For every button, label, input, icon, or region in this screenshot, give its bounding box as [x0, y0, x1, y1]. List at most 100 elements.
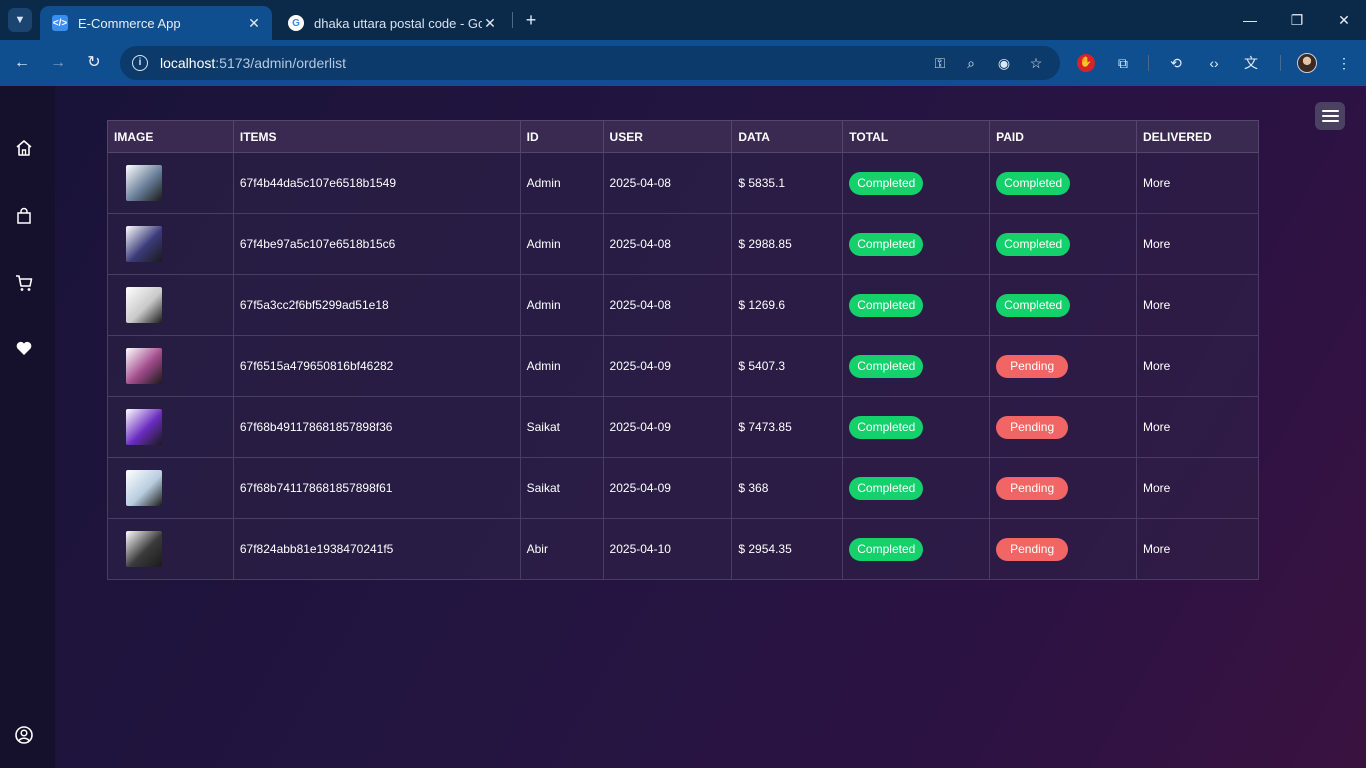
history-icon[interactable]: ⟲	[1165, 52, 1187, 74]
date-cell: 2025-04-08	[602, 213, 733, 275]
minimize-button[interactable]: —	[1238, 8, 1262, 32]
user-cell: Admin	[519, 152, 604, 214]
item-id-cell: 67f4be97a5c107e6518b15c6	[232, 213, 521, 275]
total-status-badge: Completed	[849, 415, 924, 439]
url-text: localhost:5173/admin/orderlist	[160, 55, 347, 71]
paid-cell: Pending	[989, 518, 1138, 580]
date-cell: 2025-04-09	[602, 396, 733, 458]
paid-cell: Completed	[989, 213, 1138, 275]
total-cell: Completed	[842, 213, 991, 275]
image-cell	[107, 274, 234, 336]
user-cell: Saikat	[519, 396, 604, 458]
close-icon[interactable]: ✕	[246, 15, 262, 32]
amount-cell: $ 7473.85	[731, 396, 844, 458]
total-status-badge: Completed	[849, 476, 924, 500]
more-link[interactable]: More	[1143, 481, 1170, 495]
amount-cell: $ 5407.3	[731, 335, 844, 397]
item-id-cell: 67f6515a479650816bf46282	[232, 335, 521, 397]
tab-ecommerce-app[interactable]: </> E-Commerce App ✕	[40, 6, 272, 40]
more-link[interactable]: More	[1143, 237, 1170, 251]
date-cell: 2025-04-08	[602, 152, 733, 214]
home-icon[interactable]	[12, 136, 36, 160]
image-cell	[107, 396, 234, 458]
heart-icon[interactable]	[12, 336, 36, 360]
extension-red-icon[interactable]: ✋	[1077, 54, 1095, 72]
tab-search-button[interactable]: ▼	[8, 8, 32, 32]
toolbar-divider	[1280, 55, 1281, 71]
password-key-icon[interactable]: ⚿	[930, 54, 950, 72]
amount-cell: $ 5835.1	[731, 152, 844, 214]
bookmark-star-icon[interactable]: ☆	[1026, 54, 1046, 72]
devtools-code-icon[interactable]: ‹›	[1203, 52, 1225, 74]
total-cell: Completed	[842, 518, 991, 580]
table-row: 67f6515a479650816bf46282 Admin 2025-04-09 $…	[107, 335, 1259, 397]
user-cell: Admin	[519, 213, 604, 275]
extensions-puzzle-icon[interactable]: ⧉	[1112, 52, 1134, 74]
more-link[interactable]: More	[1143, 176, 1170, 190]
product-thumbnail	[126, 531, 162, 567]
window-close-button[interactable]: ✕	[1332, 8, 1356, 32]
orders-table: IMAGE ITEMS ID USER DATA TOTAL PAID DELI…	[107, 120, 1259, 580]
product-thumbnail	[126, 348, 162, 384]
hamburger-menu-button[interactable]	[1315, 102, 1345, 130]
date-cell: 2025-04-08	[602, 274, 733, 336]
tab-divider	[512, 12, 513, 28]
date-cell: 2025-04-09	[602, 335, 733, 397]
address-bar[interactable]: i localhost:5173/admin/orderlist ⚿ ⌕ ◉ ☆	[120, 46, 1060, 80]
total-status-badge: Completed	[849, 171, 924, 195]
cart-icon[interactable]	[12, 271, 36, 295]
table-row: 67f4be97a5c107e6518b15c6 Admin 2025-04-08 $…	[107, 213, 1259, 275]
more-link[interactable]: More	[1143, 542, 1170, 556]
image-cell	[107, 335, 234, 397]
total-status-badge: Completed	[849, 293, 924, 317]
paid-status-badge: Pending	[996, 537, 1069, 561]
new-tab-button[interactable]: +	[520, 8, 542, 32]
more-link[interactable]: More	[1143, 420, 1170, 434]
zoom-icon[interactable]: ⌕	[961, 54, 981, 72]
restore-button[interactable]: ❐	[1285, 8, 1309, 32]
column-header: USER	[602, 120, 733, 153]
tab-google-search[interactable]: G dhaka uttara postal code - Goo ✕	[276, 6, 508, 40]
table-row: 67f68b741178681857898f61 Saikat 2025-04-09…	[107, 457, 1259, 519]
date-cell: 2025-04-10	[602, 518, 733, 580]
close-icon[interactable]: ✕	[482, 15, 498, 32]
total-cell: Completed	[842, 335, 991, 397]
column-header: DATA	[731, 120, 844, 153]
paid-status-badge: Pending	[996, 415, 1069, 439]
eye-icon[interactable]: ◉	[994, 54, 1014, 72]
product-thumbnail	[126, 226, 162, 262]
paid-cell: Completed	[989, 274, 1138, 336]
user-cell: Saikat	[519, 457, 604, 519]
product-thumbnail	[126, 470, 162, 506]
profile-avatar[interactable]	[1297, 53, 1317, 73]
tab-title: dhaka uttara postal code - Goo	[314, 15, 482, 31]
more-link[interactable]: More	[1143, 298, 1170, 312]
site-info-icon[interactable]: i	[132, 55, 148, 71]
item-id-cell: 67f4b44da5c107e6518b1549	[232, 152, 521, 214]
reload-button[interactable]: ↻	[82, 51, 106, 75]
paid-status-badge: Completed	[996, 293, 1071, 317]
forward-button[interactable]: →	[46, 51, 70, 75]
product-thumbnail	[126, 409, 162, 445]
item-id-cell: 67f5a3cc2f6bf5299ad51e18	[232, 274, 521, 336]
total-cell: Completed	[842, 396, 991, 458]
delivered-cell: More	[1136, 457, 1259, 519]
shopping-bag-icon[interactable]	[12, 204, 36, 228]
page-content: IMAGE ITEMS ID USER DATA TOTAL PAID DELI…	[0, 86, 1366, 768]
date-cell: 2025-04-09	[602, 457, 733, 519]
user-cell: Abir	[519, 518, 604, 580]
back-button[interactable]: ←	[10, 51, 34, 75]
paid-cell: Completed	[989, 152, 1138, 214]
more-link[interactable]: More	[1143, 359, 1170, 373]
translate-icon[interactable]: 文	[1240, 52, 1262, 74]
paid-cell: Pending	[989, 396, 1138, 458]
total-status-badge: Completed	[849, 537, 924, 561]
user-circle-icon[interactable]	[12, 723, 36, 747]
delivered-cell: More	[1136, 335, 1259, 397]
table-row: 67f5a3cc2f6bf5299ad51e18 Admin 2025-04-08 $…	[107, 274, 1259, 336]
column-header: PAID	[989, 120, 1138, 153]
amount-cell: $ 368	[731, 457, 844, 519]
kebab-menu-icon[interactable]: ⋮	[1333, 52, 1355, 74]
paid-status-badge: Pending	[996, 354, 1069, 378]
toolbar-divider	[1148, 55, 1149, 71]
